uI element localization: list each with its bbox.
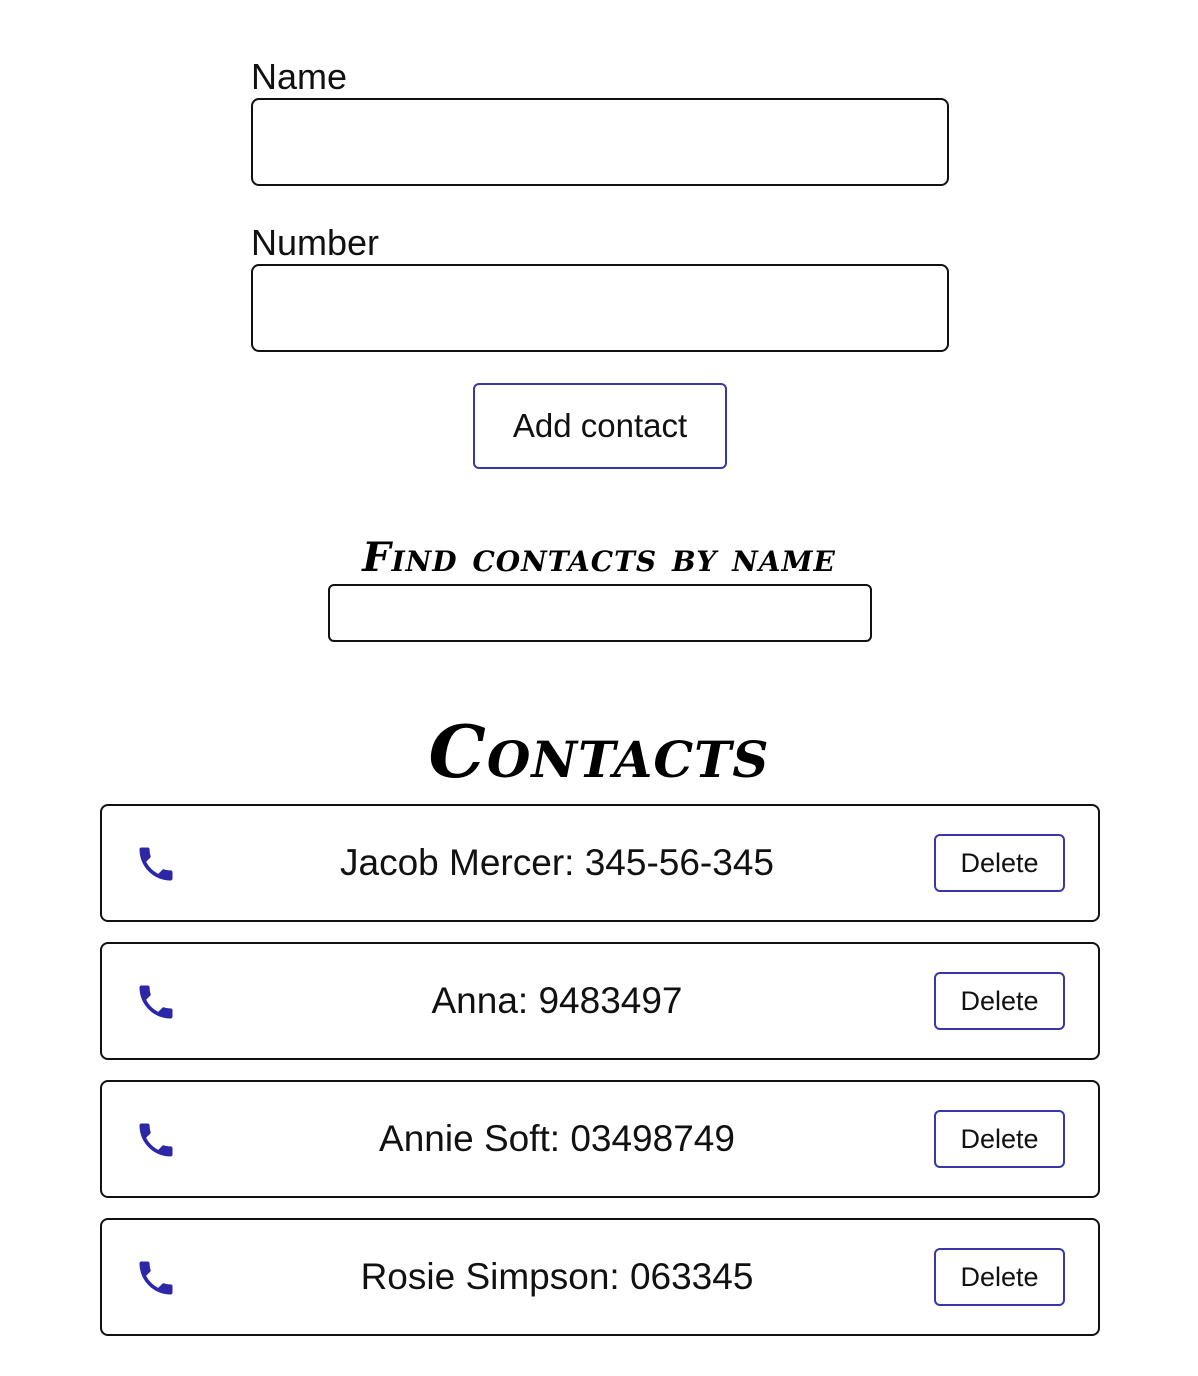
contact-text: Annie Soft: 03498749 [379,1118,735,1159]
contact-text: Rosie Simpson: 063345 [360,1256,754,1297]
contact-list: Jacob Mercer: 345-56-345 Delete Anna: 94… [100,804,1100,1356]
filter-input[interactable] [328,584,872,642]
delete-button[interactable]: Delete [934,1248,1065,1306]
phone-icon [139,847,173,881]
number-input[interactable] [251,264,949,352]
delete-button[interactable]: Delete [934,1110,1065,1168]
phone-icon [139,1261,173,1295]
contact-item: Rosie Simpson: 063345 Delete [100,1218,1100,1336]
name-input[interactable] [251,98,949,186]
number-label: Number [251,222,380,263]
delete-button[interactable]: Delete [934,834,1065,892]
delete-button[interactable]: Delete [934,972,1065,1030]
contact-text: Anna: 9483497 [431,980,683,1021]
contact-text: Jacob Mercer: 345-56-345 [340,842,774,883]
add-contact-form: Name Number [251,56,949,352]
contact-item: Annie Soft: 03498749 Delete [100,1080,1100,1198]
contacts-title: Contacts [428,709,770,794]
add-contact-button[interactable]: Add contact [473,383,727,469]
phone-icon [139,985,173,1019]
name-label: Name [251,56,348,97]
filter-title: Find contacts by name [362,534,836,581]
contact-item: Jacob Mercer: 345-56-345 Delete [100,804,1100,922]
contact-item: Anna: 9483497 Delete [100,942,1100,1060]
phone-icon [139,1123,173,1157]
